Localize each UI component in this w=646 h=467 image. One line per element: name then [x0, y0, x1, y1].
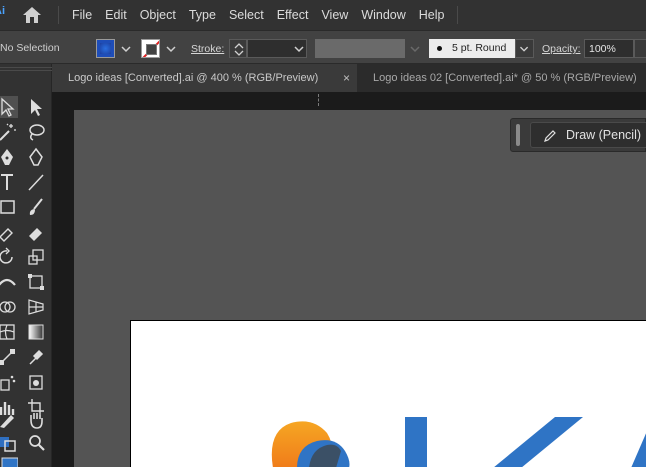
illustrator-logo: Ai: [0, 5, 5, 17]
perspective-grid-icon[interactable]: [25, 296, 47, 318]
menu-select[interactable]: Select: [229, 8, 264, 22]
fill-stroke-toggle-icon[interactable]: [0, 431, 18, 453]
lasso-icon[interactable]: [25, 121, 47, 143]
pen-tool-icon[interactable]: [0, 146, 18, 168]
scale-tool-icon[interactable]: [25, 246, 47, 268]
type-tool-icon[interactable]: [0, 171, 18, 193]
home-icon[interactable]: [22, 6, 42, 24]
guide-marker: [318, 94, 319, 106]
mesh-tool-icon[interactable]: [0, 321, 18, 343]
menu-bar: Ai File Edit Object Type Select Effect V…: [0, 0, 646, 30]
document-tabs: Logo ideas [Converted].ai @ 400 % (RGB/P…: [52, 64, 646, 92]
artboard[interactable]: [130, 320, 646, 467]
menu-view[interactable]: View: [321, 8, 348, 22]
stroke-weight-stepper[interactable]: [229, 39, 247, 58]
draw-pencil-label: Draw (Pencil): [566, 128, 642, 142]
menu-type[interactable]: Type: [189, 8, 216, 22]
opacity-input[interactable]: 100%: [584, 39, 634, 58]
opacity-dropdown-button[interactable]: [634, 39, 646, 58]
menu-file[interactable]: File: [72, 8, 92, 22]
magic-wand-icon[interactable]: [0, 121, 18, 143]
shape-builder-icon[interactable]: [0, 296, 18, 318]
selection-tool-icon[interactable]: [0, 96, 18, 118]
drag-handle[interactable]: [516, 124, 520, 146]
close-icon[interactable]: ×: [343, 71, 350, 85]
fill-swatch[interactable]: [96, 39, 115, 58]
direct-selection-tool-icon[interactable]: [25, 96, 47, 118]
menu-items: File Edit Object Type Select Effect View…: [72, 0, 458, 30]
touch-shortcut-widget: Draw (Pencil): [510, 118, 646, 152]
live-paint-icon[interactable]: [25, 371, 47, 393]
menu-object[interactable]: Object: [140, 8, 176, 22]
brush-definition[interactable]: 5 pt. Round: [429, 39, 515, 58]
logo-artwork[interactable]: [131, 321, 646, 467]
draw-pencil-button[interactable]: Draw (Pencil): [530, 122, 646, 148]
free-transform-icon[interactable]: [25, 271, 47, 293]
panel-grip[interactable]: [0, 67, 52, 71]
gradient-tool-icon[interactable]: [25, 321, 47, 343]
zoom-tool-icon[interactable]: [25, 431, 47, 453]
curvature-tool-icon[interactable]: [25, 146, 47, 168]
chevron-down-icon: [410, 46, 420, 53]
chevron-down-icon[interactable]: [121, 44, 131, 54]
chevron-down-icon[interactable]: [294, 44, 304, 54]
menu-edit[interactable]: Edit: [105, 8, 127, 22]
fill-swatch-icon[interactable]: [0, 456, 19, 467]
rectangle-tool-icon[interactable]: [0, 196, 18, 218]
shaper-tool-icon[interactable]: [0, 221, 18, 243]
menu-divider: [58, 6, 59, 24]
blend-tool-icon[interactable]: [0, 346, 18, 368]
pasteboard[interactable]: [74, 110, 646, 467]
hand-tool-icon[interactable]: [25, 409, 47, 431]
variable-width-profile[interactable]: [315, 39, 405, 58]
tab-label: Logo ideas 02 [Converted].ai* @ 50 % (RG…: [373, 72, 637, 84]
symbol-sprayer-icon[interactable]: [0, 371, 18, 393]
menu-help[interactable]: Help: [419, 8, 445, 22]
eyedropper-icon[interactable]: [25, 346, 47, 368]
tab-logo-ideas-02[interactable]: Logo ideas 02 [Converted].ai* @ 50 % (RG…: [357, 64, 646, 92]
brush-value: 5 pt. Round: [452, 42, 507, 54]
tab-label: Logo ideas [Converted].ai @ 400 % (RGB/P…: [68, 72, 319, 84]
control-bar: No Selection Stroke: 5 pt. Round Opacity…: [0, 30, 646, 64]
stroke-label[interactable]: Stroke:: [191, 43, 224, 55]
pencil-icon: [544, 130, 556, 142]
tools-panel: [0, 64, 52, 467]
slice-tool-icon[interactable]: [0, 409, 18, 431]
menu-window[interactable]: Window: [361, 8, 405, 22]
tab-logo-ideas[interactable]: Logo ideas [Converted].ai @ 400 % (RGB/P…: [52, 64, 357, 92]
paintbrush-icon[interactable]: [25, 196, 47, 218]
brush-dot-icon: [437, 45, 442, 51]
rotate-tool-icon[interactable]: [0, 246, 18, 268]
line-tool-icon[interactable]: [25, 171, 47, 193]
eraser-icon[interactable]: [25, 221, 47, 243]
menu-effect[interactable]: Effect: [277, 8, 309, 22]
menu-divider: [457, 6, 458, 24]
opacity-label[interactable]: Opacity:: [542, 43, 581, 55]
brush-dropdown-button[interactable]: [515, 39, 534, 58]
selection-status: No Selection: [0, 42, 60, 54]
width-tool-icon[interactable]: [0, 271, 18, 293]
stroke-swatch[interactable]: [141, 39, 160, 58]
chevron-down-icon[interactable]: [166, 44, 176, 54]
